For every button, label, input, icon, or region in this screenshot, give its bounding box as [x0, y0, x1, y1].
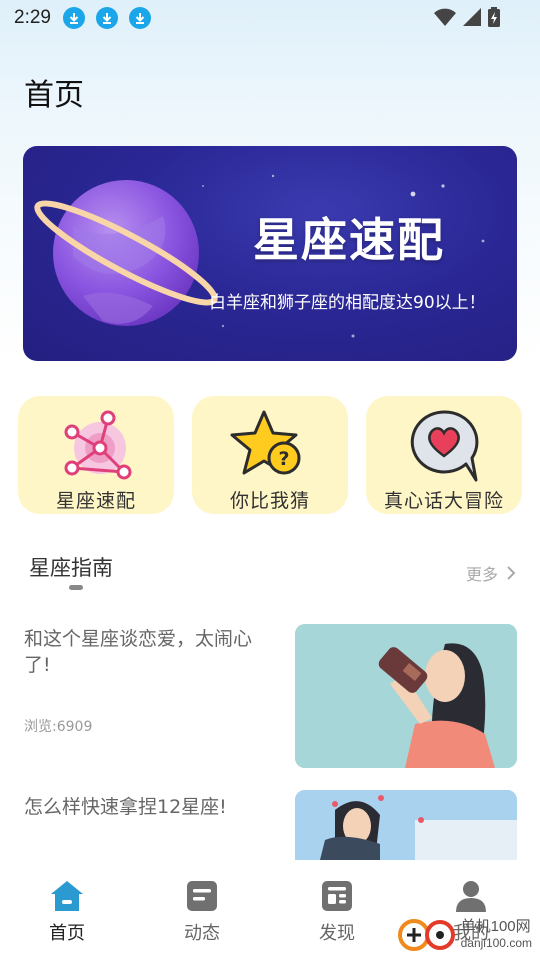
feature-label: 你比我猜 — [229, 490, 310, 512]
promo-banner[interactable]: 星座速配 白羊座和狮子座的相配度达90以上！ — [23, 146, 517, 361]
article-thumbnail — [295, 624, 517, 768]
site-watermark: 单机100网 danji100.com — [397, 918, 532, 952]
woman-drinking-illustration — [295, 624, 517, 768]
discover-icon — [322, 881, 352, 911]
status-time: 2:29 — [14, 7, 51, 28]
watermark-line1: 单机100网 — [460, 918, 531, 935]
tab-feed[interactable]: 动态 — [142, 860, 262, 960]
star-question-icon: ? — [230, 410, 301, 475]
more-link[interactable]: 更多 — [466, 561, 516, 585]
home-icon — [51, 881, 83, 911]
svg-text:?: ? — [278, 448, 289, 470]
article-item[interactable]: 怎么样快速拿捏12星座! — [0, 790, 540, 860]
feed-icon — [187, 881, 217, 911]
more-label: 更多 — [465, 565, 498, 584]
watermark-logo-icon — [397, 919, 455, 951]
wifi-icon — [434, 8, 456, 26]
battery-icon — [488, 7, 500, 27]
feature-label: 真心话大冒险 — [383, 490, 504, 512]
page-title: 首页 — [24, 78, 84, 113]
banner-subtitle: 白羊座和狮子座的相配度达90以上！ — [209, 293, 486, 313]
section-indicator — [69, 585, 83, 590]
article-title: 怎么样快速拿捏12星座! — [24, 796, 227, 818]
signal-icon — [463, 8, 481, 26]
feature-label: 星座速配 — [55, 490, 136, 512]
heart-bubble-icon — [410, 410, 479, 482]
download-icon — [95, 7, 118, 29]
tab-label: 首页 — [49, 923, 85, 944]
feature-constellation-match[interactable]: 星座速配 — [18, 396, 174, 514]
status-bar: 2:29 — [0, 0, 540, 36]
tab-label: 动态 — [184, 923, 220, 944]
watermark-line2: danji100.com — [460, 936, 532, 950]
download-icon — [62, 7, 85, 29]
feature-truth-or-dare[interactable]: 真心话大冒险 — [366, 396, 522, 514]
article-thumbnail — [295, 790, 517, 860]
article-item[interactable]: 和这个星座谈恋爱，太闹心了! 浏览:6909 — [0, 624, 540, 768]
feature-guess-game[interactable]: ? 你比我猜 — [192, 396, 348, 514]
profile-icon — [456, 881, 486, 912]
status-right — [434, 7, 500, 27]
constellation-match-icon — [64, 410, 132, 480]
article-title: 和这个星座谈恋爱，太闹心了! — [24, 628, 253, 676]
chevron-right-icon — [507, 566, 516, 580]
section-title: 星座指南 — [29, 556, 113, 580]
banner-title: 星座速配 — [253, 213, 445, 267]
tab-discover[interactable]: 发现 — [277, 860, 397, 960]
article-views: 浏览:6909 — [24, 719, 93, 735]
couple-illustration — [295, 790, 517, 860]
tab-label: 发现 — [319, 923, 355, 944]
download-icon — [128, 7, 151, 29]
tab-home[interactable]: 首页 — [7, 860, 127, 960]
